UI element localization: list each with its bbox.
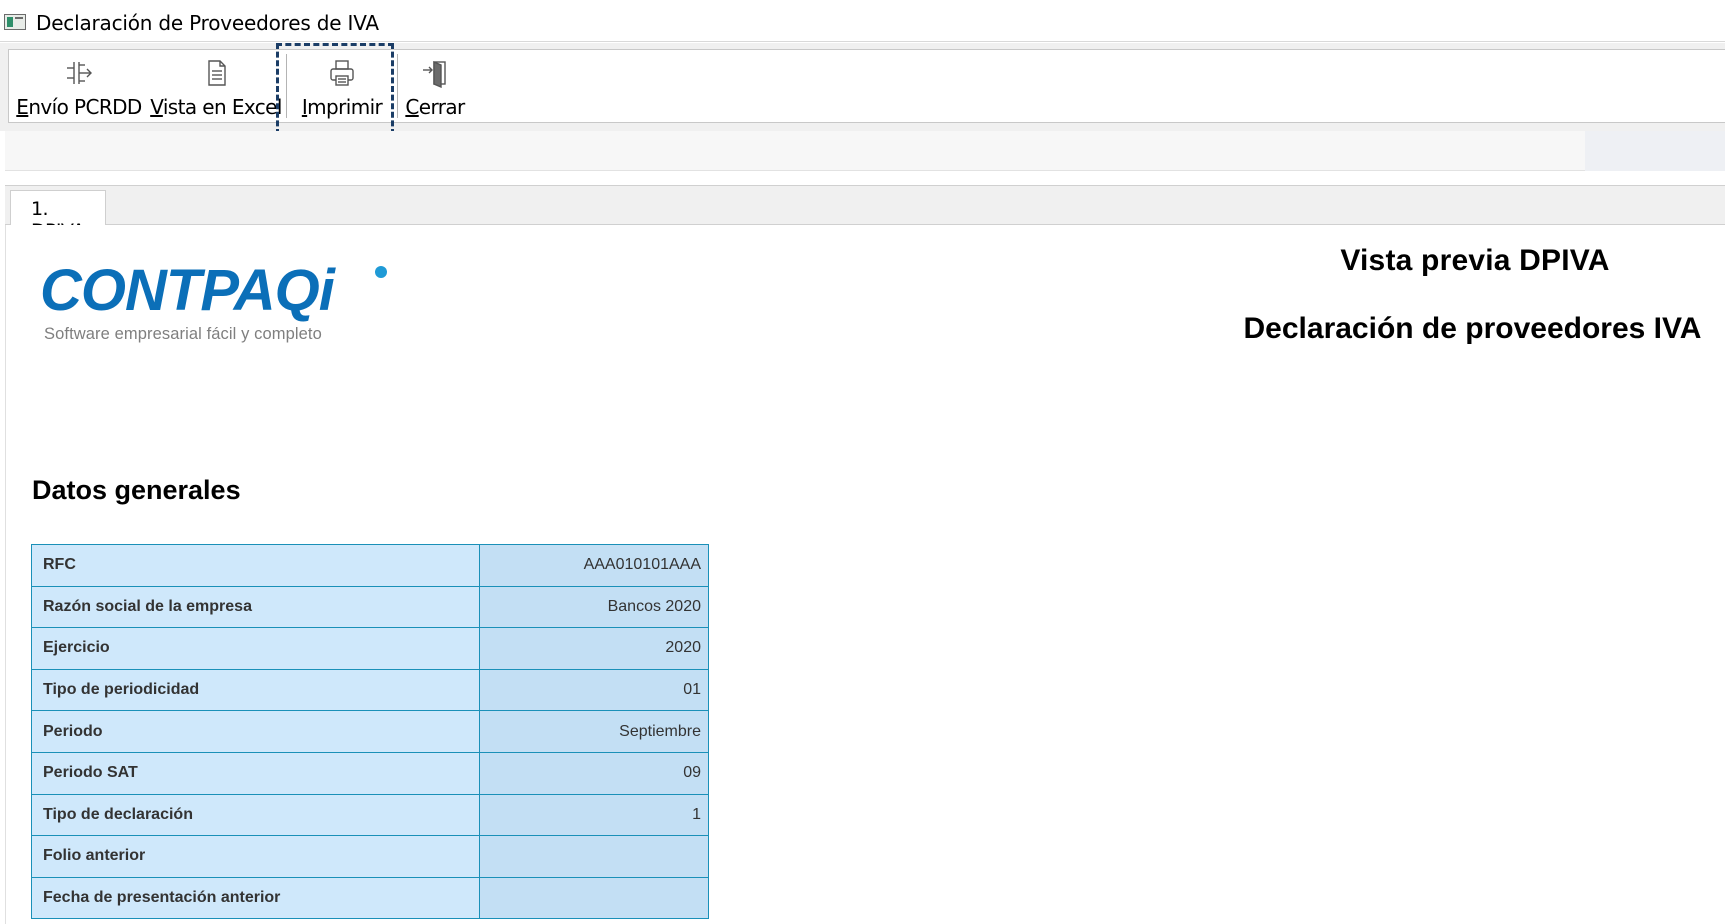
window-title: Declaración de Proveedores de IVA <box>36 11 379 35</box>
envio-pcrdd-label: Envío PCRDD <box>16 95 142 119</box>
cerrar-label: Cerrar <box>405 95 465 119</box>
transfer-icon <box>67 62 92 84</box>
row-value: 2020 <box>479 627 709 670</box>
table-row: Periodo SAT 09 <box>30 751 709 795</box>
row-value: Septiembre <box>479 710 709 753</box>
table-row: Tipo de declaración 1 <box>30 793 709 837</box>
tab-dpiva[interactable]: 1. DPIVA <box>10 190 106 242</box>
row-value: AAA010101AAA <box>479 544 709 587</box>
title-bar: Declaración de Proveedores de IVA <box>0 0 1725 42</box>
table-row: Razón social de la empresa Bancos 2020 <box>30 585 709 629</box>
row-label: Tipo de periodicidad <box>30 668 481 712</box>
table-row: Ejercicio 2020 <box>30 627 709 670</box>
section-title: Datos generales <box>32 475 241 505</box>
row-label: Razón social de la empresa <box>30 585 481 629</box>
cerrar-button[interactable]: Cerrar <box>399 50 471 122</box>
logo-wordmark: CONTPAQi <box>40 258 335 323</box>
row-value: 1 <box>479 793 709 837</box>
table-row: Periodo Septiembre <box>30 710 709 753</box>
tab-strip: 1. DPIVA <box>5 185 1725 242</box>
row-label: Folio anterior <box>30 835 481 878</box>
logo-dot-icon <box>375 266 387 278</box>
toolbar: Envío PCRDD Vista en Excel Imprimir Cerr… <box>8 49 1725 123</box>
printer-icon <box>330 60 354 86</box>
row-label: Ejercicio <box>30 627 481 670</box>
app-window-icon <box>4 14 26 30</box>
row-label: Fecha de presentación anterior <box>30 876 481 920</box>
report-subtitle: Declaración de proveedores IVA <box>1243 312 1702 345</box>
table-row: Tipo de periodicidad 01 <box>30 668 709 712</box>
logo-tagline: Software empresarial fácil y completo <box>44 325 322 343</box>
imprimir-label: Imprimir <box>301 95 383 119</box>
exit-door-icon <box>423 60 446 88</box>
table-row: Folio anterior <box>30 835 709 878</box>
row-label: RFC <box>30 544 481 587</box>
toolbar-separator <box>397 54 398 118</box>
document-icon <box>208 60 226 86</box>
vista-excel-label: Vista en Excel <box>150 95 282 119</box>
table-row: RFC AAA010101AAA <box>30 544 709 587</box>
row-value <box>479 876 709 920</box>
filter-bar <box>5 131 1725 171</box>
contpaqi-logo: CONTPAQi Software empresarial fácil y co… <box>40 256 400 350</box>
row-label: Tipo de declaración <box>30 793 481 837</box>
row-value: Bancos 2020 <box>479 585 709 629</box>
imprimir-button[interactable]: Imprimir <box>289 50 395 122</box>
row-value: 01 <box>479 668 709 712</box>
row-value <box>479 835 709 878</box>
vista-excel-button[interactable]: Vista en Excel <box>149 50 283 122</box>
envio-pcrdd-button[interactable]: Envío PCRDD <box>13 50 145 122</box>
row-label: Periodo <box>30 710 481 753</box>
report-title: Vista previa DPIVA <box>1340 244 1610 277</box>
table-row: Fecha de presentación anterior <box>30 876 709 920</box>
row-value: 09 <box>479 751 709 795</box>
row-label: Periodo SAT <box>30 751 481 795</box>
general-data-table: RFC AAA010101AAA Razón social de la empr… <box>30 544 709 920</box>
toolbar-separator <box>286 54 287 118</box>
